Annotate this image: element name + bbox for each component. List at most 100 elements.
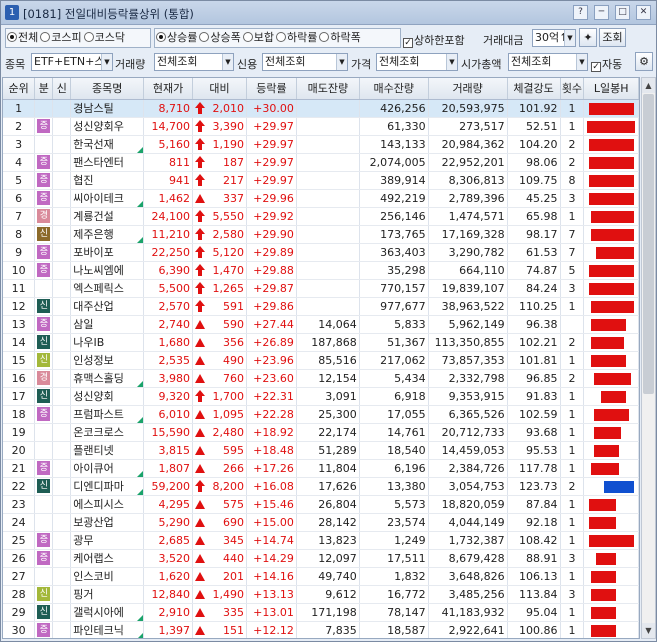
stock-name-cell[interactable]: 성신양회우 — [70, 117, 145, 136]
column-header[interactable]: 분 — [34, 78, 54, 100]
stock-name-cell[interactable]: 디엔디파마 — [70, 477, 145, 496]
maximize-button[interactable]: □ — [615, 5, 630, 20]
query-button[interactable]: 조회 — [599, 28, 626, 47]
stock-name-cell[interactable]: 나노씨엠에 — [70, 261, 145, 280]
trade-amount-select[interactable]: 30억↑ ▼ — [532, 29, 576, 47]
jongmok-select[interactable]: ETF+ETN+스1 ▼ — [31, 53, 113, 71]
column-header[interactable]: 현재가 — [143, 78, 194, 100]
market-option-kosdaq[interactable]: 코스닥 — [83, 29, 125, 47]
include-limit-checkbox[interactable]: ✓ 상하한포함 — [403, 32, 465, 48]
stock-name-cell[interactable]: 프럼파스트 — [70, 405, 145, 424]
column-header[interactable]: 거래량 — [428, 78, 508, 100]
table-row[interactable]: 17 신 성신양회 9,320 1,700 +22.31 3,091 6,918 9,353,9… — [3, 387, 639, 406]
market-cap-select[interactable]: 전체조회 ▼ — [508, 53, 588, 71]
table-row[interactable]: 13 증 삼일 2,740 590 +27.44 14,064 5,833 5,962,149 9… — [3, 315, 639, 334]
table-row[interactable]: 28 신 핑거 12,840 1,490 +13.13 9,612 16,772 3,485,2… — [3, 585, 639, 604]
stock-name-cell[interactable]: 인스코비 — [70, 567, 145, 586]
column-header[interactable]: 등락률 — [246, 78, 297, 100]
stock-name-cell[interactable]: 보광산업 — [70, 513, 145, 532]
table-row[interactable]: 22 신 디엔디파마 59,200 8,200 +16.08 17,626 13,380 3,0… — [3, 477, 639, 496]
market-option-kospi[interactable]: 코스피 — [40, 29, 82, 47]
help-button[interactable]: ? — [573, 5, 588, 20]
volume-select[interactable]: 전체조회 ▼ — [154, 53, 234, 71]
stock-name-cell[interactable]: 계룡건설 — [70, 207, 145, 226]
column-header[interactable]: 신 — [52, 78, 72, 100]
price-select[interactable]: 전체조회 ▼ — [376, 53, 458, 71]
table-row[interactable]: 19 온코크로스 15,590 2,480 +18.92 22,174 14,761 20,7… — [3, 423, 639, 442]
table-row[interactable]: 30 증 파인테크닉 1,397 151 +12.12 7,835 18,587 2,922,6… — [3, 621, 639, 638]
sort-option-rise-rate[interactable]: 상승률 — [156, 29, 197, 47]
table-row[interactable]: 20 플랜티넷 3,815 595 +18.48 51,289 18,540 14,459,0… — [3, 441, 639, 460]
credit-select[interactable]: 전체조회 ▼ — [262, 53, 348, 71]
table-row[interactable]: 18 증 프럼파스트 6,010 1,095 +22.28 25,300 17,055 6,36… — [3, 405, 639, 424]
table-row[interactable]: 26 증 케어랩스 3,520 440 +14.29 12,097 17,511 8,679,4… — [3, 549, 639, 568]
table-row[interactable]: 2 증 성신양회우 14,700 3,390 +29.97 61,330 273,517 52.… — [3, 117, 639, 136]
column-header[interactable]: L일봉H — [583, 78, 639, 100]
sort-option-fall-rate[interactable]: 하락률 — [276, 29, 317, 47]
column-header[interactable]: 순위 — [3, 78, 36, 100]
table-row[interactable]: 27 인스코비 1,620 201 +14.16 49,740 1,832 3,648,826… — [3, 567, 639, 586]
stock-name-cell[interactable]: 나우IB — [70, 333, 145, 352]
stock-name-cell[interactable]: 경남스틸 — [70, 99, 145, 118]
table-row[interactable]: 25 증 광무 2,685 345 +14.74 13,823 1,249 1,732,387 1… — [3, 531, 639, 550]
sort-option-fall-amount[interactable]: 하락폭 — [319, 29, 361, 47]
stock-name-cell[interactable]: 제주은행 — [70, 225, 145, 244]
stock-name-cell[interactable]: 케어랩스 — [70, 549, 145, 568]
table-row[interactable]: 21 증 아이큐어 1,807 266 +17.26 11,804 6,196 2,384,72… — [3, 459, 639, 478]
column-header[interactable]: 매수잔량 — [359, 78, 429, 100]
table-row[interactable]: 23 에스피시스 4,295 575 +15.46 26,804 5,573 18,820,0… — [3, 495, 639, 514]
table-row[interactable]: 11 엑스페릭스 5,500 1,265 +29.87 770,157 19,839,107… — [3, 279, 639, 298]
stock-name-cell[interactable]: 삼일 — [70, 315, 145, 334]
column-header[interactable]: 매도잔량 — [296, 78, 360, 100]
stock-name-cell[interactable]: 인성정보 — [70, 351, 145, 370]
scroll-up-icon[interactable]: ▲ — [642, 78, 655, 93]
table-row[interactable]: 3 한국선재 5,160 1,190 +29.97 143,133 20,984,362 10… — [3, 135, 639, 154]
column-header[interactable]: 체결강도 — [507, 78, 561, 100]
table-row[interactable]: 8 신 제주은행 11,210 2,580 +29.90 173,765 17,169,328… — [3, 225, 639, 244]
stock-name-cell[interactable]: 한국선재 — [70, 135, 145, 154]
table-row[interactable]: 12 신 대주산업 2,570 591 +29.86 977,677 38,963,522 11… — [3, 297, 639, 316]
table-row[interactable]: 1 경남스틸 8,710 2,010 +30.00 426,256 20,593,975 10… — [3, 99, 639, 118]
table-row[interactable]: 9 증 포바이포 22,250 5,120 +29.89 363,403 3,290,782 6… — [3, 243, 639, 262]
column-header[interactable]: 종목명 — [70, 78, 145, 100]
stock-name-cell[interactable]: 온코크로스 — [70, 423, 145, 442]
settings-mini-button[interactable]: ✦ — [579, 28, 597, 47]
table-row[interactable]: 15 신 인성정보 2,535 490 +23.96 85,516 217,062 73,857… — [3, 351, 639, 370]
stock-name-cell[interactable]: 씨아이테크 — [70, 189, 145, 208]
stock-name-cell[interactable]: 엑스페릭스 — [70, 279, 145, 298]
stock-name-cell[interactable]: 대주산업 — [70, 297, 145, 316]
table-row[interactable]: 24 보광산업 5,290 690 +15.00 28,142 23,574 4,044,14… — [3, 513, 639, 532]
table-row[interactable]: 4 증 팬스타엔터 811 187 +29.97 2,074,005 22,952,201 98… — [3, 153, 639, 172]
table-row[interactable]: 7 경 계룡건설 24,100 5,550 +29.92 256,146 1,474,571 6… — [3, 207, 639, 226]
table-row[interactable]: 14 신 나우IB 1,680 356 +26.89 187,868 51,367 113,35… — [3, 333, 639, 352]
minimize-button[interactable]: ─ — [594, 5, 609, 20]
stock-name-cell[interactable]: 팬스타엔터 — [70, 153, 145, 172]
gear-button[interactable]: ⚙ — [635, 52, 653, 71]
market-option-all[interactable]: 전체 — [7, 29, 38, 47]
stock-name-cell[interactable]: 파인테크닉 — [70, 621, 145, 638]
table-row[interactable]: 5 증 협진 941 217 +29.97 389,914 8,306,813 109.75 8 — [3, 171, 639, 190]
stock-name-cell[interactable]: 성신양회 — [70, 387, 145, 406]
table-row[interactable]: 6 증 씨아이테크 1,462 337 +29.96 492,219 2,789,396 45.… — [3, 189, 639, 208]
stock-name-cell[interactable]: 플랜티넷 — [70, 441, 145, 460]
table-row[interactable]: 10 증 나노씨엠에 6,390 1,470 +29.88 35,298 664,110 74.… — [3, 261, 639, 280]
stock-name-cell[interactable]: 에스피시스 — [70, 495, 145, 514]
stock-name-cell[interactable]: 갤럭시아에 — [70, 603, 145, 622]
auto-checkbox[interactable]: ✓ 자동 — [591, 56, 622, 72]
close-button[interactable]: ✕ — [636, 5, 651, 20]
scroll-down-icon[interactable]: ▼ — [642, 623, 655, 638]
sort-option-rise-amount[interactable]: 상승폭 — [199, 29, 241, 47]
table-row[interactable]: 29 신 갤럭시아에 2,910 335 +13.01 171,198 78,147 41,18… — [3, 603, 639, 622]
column-header[interactable]: 대비 — [192, 78, 247, 100]
stock-name-cell[interactable]: 아이큐어 — [70, 459, 145, 478]
vertical-scrollbar[interactable]: ▲ ▼ — [641, 77, 656, 639]
stock-name-cell[interactable]: 포바이포 — [70, 243, 145, 262]
stock-name-cell[interactable]: 광무 — [70, 531, 145, 550]
table-row[interactable]: 16 경 휴맥스홀딩 3,980 760 +23.60 12,154 5,434 2,332,7… — [3, 369, 639, 388]
stock-name-cell[interactable]: 휴맥스홀딩 — [70, 369, 145, 388]
sort-option-flat[interactable]: 보합 — [242, 29, 274, 47]
stock-name-cell[interactable]: 핑거 — [70, 585, 145, 604]
stock-name-cell[interactable]: 협진 — [70, 171, 145, 190]
column-header[interactable]: 횟수 — [560, 78, 585, 100]
scroll-thumb[interactable] — [643, 94, 654, 394]
